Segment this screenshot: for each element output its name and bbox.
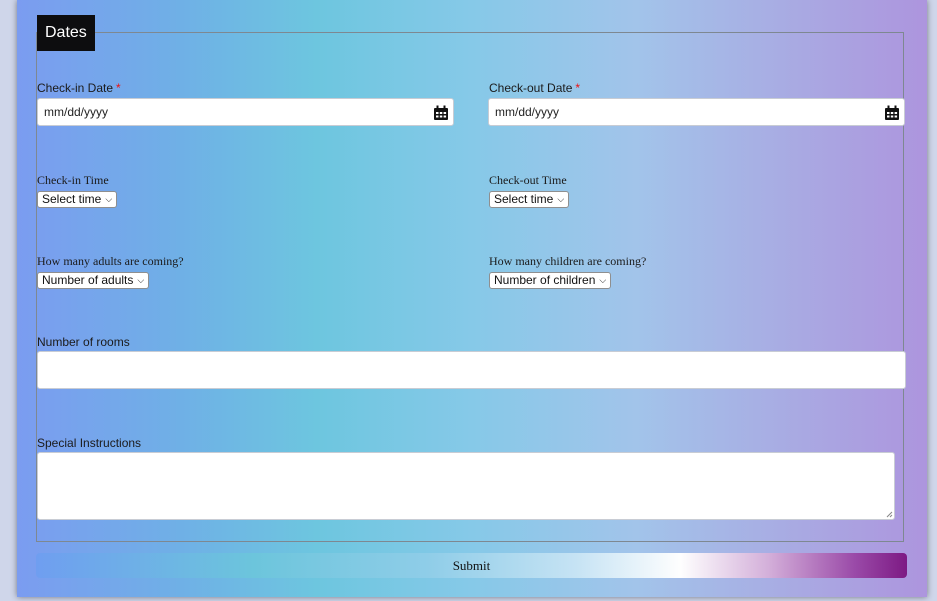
checkin-date-label-text: Check-in Date <box>37 81 114 95</box>
children-label: How many children are coming? <box>489 254 647 268</box>
required-mark: * <box>575 81 581 95</box>
checkout-date-input[interactable]: mm/dd/yyyy <box>488 98 905 126</box>
rooms-input[interactable] <box>37 351 906 389</box>
checkout-date-label: Check-out Date * <box>489 81 580 95</box>
calendar-icon[interactable] <box>884 105 900 121</box>
checkin-date-value: mm/dd/yyyy <box>44 105 109 119</box>
instructions-label: Special Instructions <box>37 436 142 450</box>
checkin-time-select[interactable]: Select time ⌵ <box>37 191 118 208</box>
checkin-time-selected: Select time <box>42 192 102 206</box>
rooms-label: Number of rooms <box>37 335 130 349</box>
booking-form-card: Dates Check-in Date * mm/dd/yyyy Check-ou… <box>17 0 927 597</box>
checkin-date-input[interactable]: mm/dd/yyyy <box>37 98 454 126</box>
adults-select[interactable]: Number of adults ⌵ <box>37 272 150 289</box>
adults-label: How many adults are coming? <box>37 254 184 268</box>
chevron-down-icon: ⌵ <box>599 275 607 285</box>
checkout-time-selected: Select time <box>494 192 554 206</box>
checkout-date-value: mm/dd/yyyy <box>495 105 560 119</box>
children-select[interactable]: Number of children ⌵ <box>489 272 612 289</box>
adults-selected: Number of adults <box>42 273 134 287</box>
checkin-time-label: Check-in Time <box>37 173 109 187</box>
submit-button[interactable]: Submit <box>36 553 907 578</box>
checkin-date-label: Check-in Date * <box>37 81 121 95</box>
fieldset-legend: Dates <box>37 15 95 51</box>
chevron-down-icon: ⌵ <box>557 194 565 204</box>
checkout-date-label-text: Check-out Date <box>489 81 573 95</box>
calendar-icon[interactable] <box>433 105 449 121</box>
required-mark: * <box>116 81 121 95</box>
checkout-time-label: Check-out Time <box>489 173 567 187</box>
chevron-down-icon: ⌵ <box>137 275 145 285</box>
chevron-down-icon: ⌵ <box>105 194 113 204</box>
resize-handle-icon[interactable] <box>886 511 893 518</box>
instructions-textarea[interactable] <box>37 452 895 520</box>
checkout-time-select[interactable]: Select time ⌵ <box>489 191 570 208</box>
children-selected: Number of children <box>494 273 596 287</box>
